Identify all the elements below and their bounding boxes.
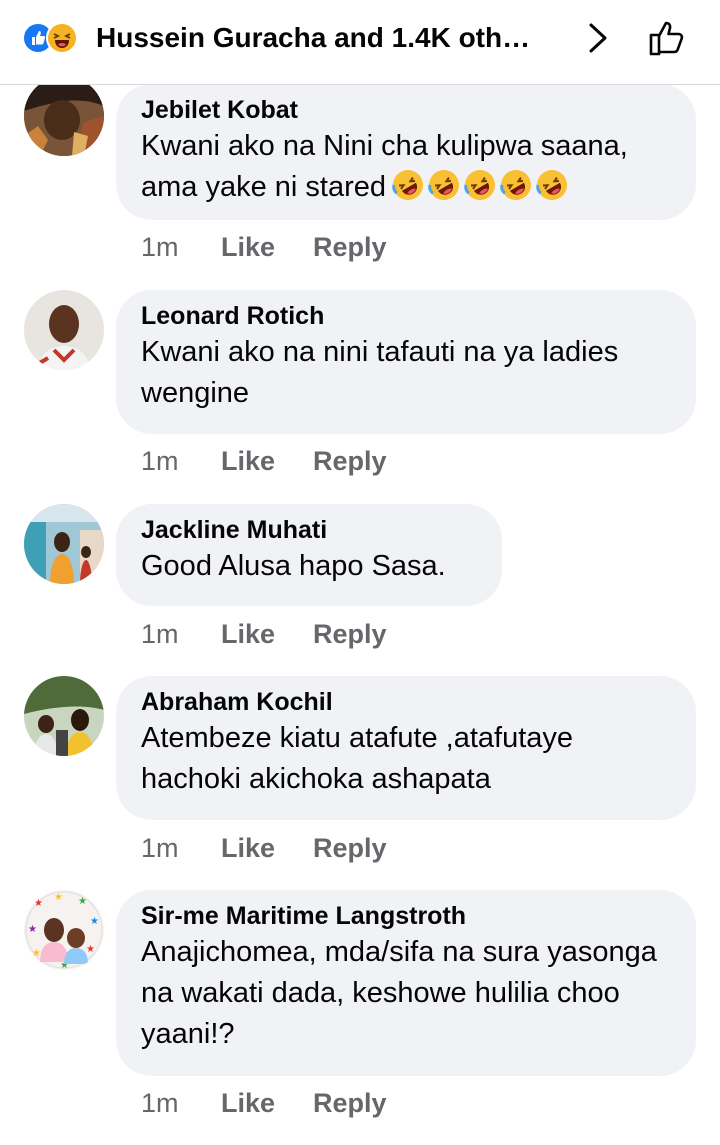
comment-actions: 1m Like Reply (141, 446, 387, 477)
comment-timestamp[interactable]: 1m (141, 446, 221, 477)
comment-text-line: ama yake ni stared (141, 171, 387, 203)
thumbs-up-outline-icon[interactable] (646, 16, 690, 60)
comment-bubble[interactable]: Abraham Kochil Atembeze kiatu atafute ,a… (116, 676, 696, 820)
svg-text:★: ★ (34, 898, 43, 909)
reactions-header[interactable]: Hussein Guracha and 1.4K oth… (0, 0, 720, 85)
comment-actions: 1m Like Reply (141, 232, 387, 263)
avatar[interactable] (24, 504, 104, 584)
comment-text: Atembeze kiatu atafute ,atafutaye hachok… (141, 722, 574, 795)
comment-bubble[interactable]: Jebilet Kobat Kwani ako na Nini cha kuli… (116, 84, 696, 220)
like-button[interactable]: Like (221, 232, 313, 263)
svg-text:★: ★ (54, 892, 63, 903)
svg-text:★: ★ (90, 916, 99, 927)
comment-bubble[interactable]: Sir-me Maritime Langstroth Anajichomea, … (116, 890, 696, 1076)
like-button[interactable]: Like (221, 833, 313, 864)
avatar[interactable]: ★ ★ ★ ★ ★ ★ ★ ★ (24, 890, 104, 970)
reply-button[interactable]: Reply (313, 619, 387, 650)
comment-actions: 1m Like Reply (141, 619, 387, 650)
comment-text-line: Kwani ako na Nini cha kulipwa saana, (141, 130, 628, 162)
comment-author[interactable]: Jebilet Kobat (141, 94, 670, 126)
comment-author[interactable]: Jackline Muhati (141, 514, 476, 546)
comment-text: Anajichomea, mda/sifa na sura yasonga na… (141, 936, 657, 1050)
rolling-laughing-emoji-icon (500, 170, 532, 200)
svg-text:★: ★ (78, 896, 87, 907)
avatar[interactable] (24, 290, 104, 370)
reply-button[interactable]: Reply (313, 446, 387, 477)
chevron-right-icon[interactable] (584, 20, 612, 56)
comment-author[interactable]: Leonard Rotich (141, 300, 670, 332)
reply-button[interactable]: Reply (313, 1088, 387, 1119)
comment-bubble[interactable]: Leonard Rotich Kwani ako na nini tafauti… (116, 290, 696, 434)
svg-text:★: ★ (86, 944, 95, 955)
comment-text: Kwani ako na nini tafauti na ya ladies w… (141, 336, 619, 409)
comment-text: Kwani ako na Nini cha kulipwa saana, ama… (141, 126, 670, 208)
comment-timestamp[interactable]: 1m (141, 232, 221, 263)
comment-author[interactable]: Abraham Kochil (141, 686, 670, 718)
comment-actions: 1m Like Reply (141, 833, 387, 864)
comment-timestamp[interactable]: 1m (141, 1088, 221, 1119)
comment-text: Good Alusa hapo Sasa. (141, 550, 446, 582)
reaction-summary[interactable] (22, 22, 92, 54)
comment-author[interactable]: Sir-me Maritime Langstroth (141, 900, 670, 932)
rolling-laughing-emoji-icon (428, 170, 460, 200)
avatar[interactable] (24, 76, 104, 156)
rolling-laughing-emoji-icon (536, 170, 568, 200)
comment-actions: 1m Like Reply (141, 1088, 387, 1119)
svg-text:★: ★ (28, 924, 37, 935)
avatar[interactable] (24, 676, 104, 756)
rolling-laughing-emoji-icon (464, 170, 496, 200)
comment-text-line-with-emoji: ama yake ni stared (141, 167, 670, 208)
comment-timestamp[interactable]: 1m (141, 833, 221, 864)
like-button[interactable]: Like (221, 619, 313, 650)
haha-reaction-icon (46, 22, 78, 54)
reply-button[interactable]: Reply (313, 232, 387, 263)
svg-text:★: ★ (32, 948, 41, 959)
comment-timestamp[interactable]: 1m (141, 619, 221, 650)
like-button[interactable]: Like (221, 446, 313, 477)
comment-bubble[interactable]: Jackline Muhati Good Alusa hapo Sasa. (116, 504, 502, 606)
reply-button[interactable]: Reply (313, 833, 387, 864)
reactions-summary-text[interactable]: Hussein Guracha and 1.4K oth… (96, 20, 566, 56)
rolling-laughing-emoji-icon (392, 170, 424, 200)
emoji-group (386, 170, 568, 203)
like-button[interactable]: Like (221, 1088, 313, 1119)
